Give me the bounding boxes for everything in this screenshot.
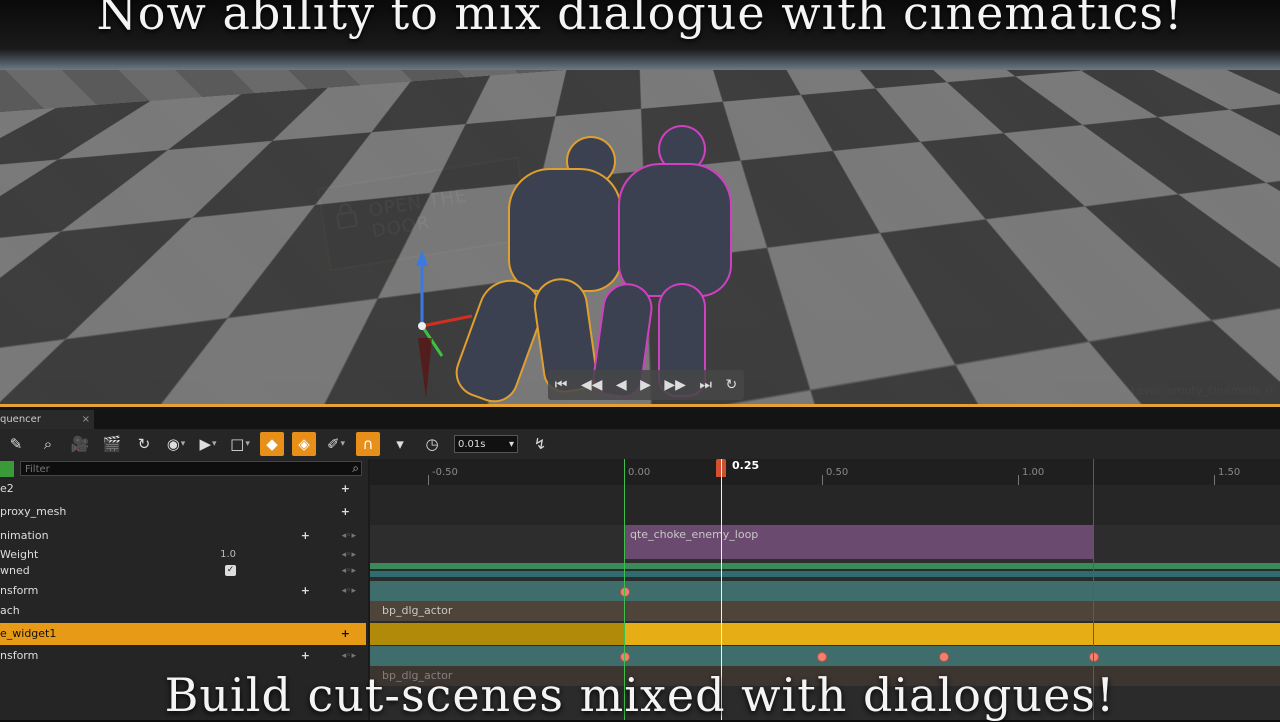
keyframe-nav-icon[interactable]: ◂◦▸ bbox=[342, 646, 356, 666]
add-icon[interactable]: + bbox=[301, 646, 310, 666]
animation-section[interactable]: qte_choke_enemy_loop bbox=[624, 525, 1094, 559]
tab-sequencer[interactable]: quencer × bbox=[0, 410, 94, 429]
add-icon[interactable]: + bbox=[341, 479, 350, 499]
add-icon[interactable]: + bbox=[301, 581, 310, 601]
step-back-button[interactable]: ◀◀ bbox=[581, 377, 603, 393]
step-forward-button[interactable]: ▶▶ bbox=[664, 377, 686, 393]
add-track-button[interactable] bbox=[0, 461, 14, 477]
tick-label: 0.50 bbox=[826, 467, 849, 478]
tick-mark bbox=[822, 475, 823, 485]
keyframe[interactable] bbox=[1089, 652, 1099, 662]
filter-row: Filter ⌕ bbox=[0, 461, 366, 477]
playhead-time: 0.25 bbox=[732, 459, 760, 472]
add-icon[interactable]: + bbox=[301, 526, 310, 546]
time-ruler[interactable]: -0.50 0.00 0.50 1.00 1.50 0.25 bbox=[370, 459, 1280, 486]
attach-section[interactable]: bp_dlg_actor bbox=[370, 601, 1280, 621]
keyframe-nav-icon[interactable]: ◂◦▸ bbox=[342, 561, 356, 581]
character-victim[interactable] bbox=[570, 125, 740, 398]
track-name: e_widget1 bbox=[0, 627, 57, 640]
track-row[interactable]: nimation + ◂◦▸ bbox=[0, 526, 366, 546]
playback-options-icon[interactable]: ▶ bbox=[196, 432, 220, 456]
key-changed-icon[interactable]: ◈ bbox=[292, 432, 316, 456]
curve-editor-icon[interactable]: ↯ bbox=[528, 432, 552, 456]
footer-caption: Build cut-scenes mixed with dialogues! bbox=[164, 668, 1116, 722]
animation-clip-name: qte_choke_enemy_loop bbox=[630, 528, 759, 541]
keyframe[interactable] bbox=[817, 652, 827, 662]
keyframe-nav-icon[interactable]: ◂◦▸ bbox=[342, 526, 356, 546]
owned-lane bbox=[370, 571, 1280, 577]
lock-icon bbox=[336, 203, 358, 230]
search-icon[interactable]: ⌕ bbox=[36, 432, 60, 456]
camera-icon[interactable]: 🎥 bbox=[68, 432, 92, 456]
track-row[interactable]: nsform + ◂◦▸ bbox=[0, 646, 366, 666]
close-icon[interactable]: × bbox=[82, 410, 90, 429]
tick-label: 1.50 bbox=[1218, 467, 1241, 478]
eye-icon[interactable]: ◉ bbox=[164, 432, 188, 456]
frame-icon[interactable]: □ bbox=[228, 432, 252, 456]
clock-icon[interactable]: ◷ bbox=[420, 432, 444, 456]
transform-gizmo[interactable] bbox=[412, 248, 482, 398]
tick-mark bbox=[428, 475, 429, 485]
headline-caption: Now ability to mix dialogue with cinemat… bbox=[96, 0, 1184, 40]
tick-label: -0.50 bbox=[432, 467, 458, 478]
weight-lane bbox=[370, 563, 1280, 569]
keyframe[interactable] bbox=[939, 652, 949, 662]
transform-lane bbox=[370, 581, 1280, 601]
snap-interval-value: 0.01s bbox=[458, 438, 486, 450]
tick-label: 0.00 bbox=[628, 467, 651, 478]
jump-end-button[interactable]: ⏭ bbox=[699, 377, 712, 393]
filter-input[interactable]: Filter ⌕ bbox=[20, 461, 362, 476]
key-all-icon[interactable]: ◆ bbox=[260, 432, 284, 456]
track-name: nimation bbox=[0, 529, 49, 542]
keyframe[interactable] bbox=[620, 587, 630, 597]
snap-dropdown-icon[interactable]: ▾ bbox=[388, 432, 412, 456]
snap-interval-select[interactable]: 0.01s ▾ bbox=[454, 435, 518, 453]
key-icon[interactable]: ✎ bbox=[4, 432, 28, 456]
filter-placeholder: Filter bbox=[25, 464, 50, 475]
level-viewport[interactable]: OPEN THE DOOR ⏮ ◀◀ ◀ ▶ ▶▶ ⏭ ↻ Level: emp… bbox=[0, 0, 1280, 404]
keyframe-nav-icon[interactable]: ◂◦▸ bbox=[342, 581, 356, 601]
tick-mark bbox=[1214, 475, 1215, 485]
tick-label: 1.00 bbox=[1022, 467, 1045, 478]
track-name: nsform bbox=[0, 584, 39, 597]
level-indicator: Level: empty_cinematic (P bbox=[1131, 384, 1276, 397]
sequencer-tab-bar: quencer × bbox=[0, 404, 1280, 429]
track-name: ach bbox=[0, 604, 20, 617]
track-name: e2 bbox=[0, 482, 14, 495]
magnet-icon[interactable]: ∩ bbox=[356, 432, 380, 456]
chevron-down-icon: ▾ bbox=[508, 438, 514, 450]
play-button[interactable]: ▶ bbox=[640, 377, 651, 393]
refresh-icon[interactable]: ↻ bbox=[132, 432, 156, 456]
widget-section[interactable] bbox=[624, 623, 1280, 645]
sequencer-toolbar: ✎ ⌕ 🎥 🎬 ↻ ◉ ▶ □ ◆ ◈ ✐ ∩ ▾ ◷ 0.01s ▾ ↯ bbox=[0, 429, 1280, 459]
play-reverse-button[interactable]: ◀ bbox=[616, 377, 627, 393]
tick-mark bbox=[1018, 475, 1019, 485]
track-name: nsform bbox=[0, 649, 39, 662]
clapper-icon[interactable]: 🎬 bbox=[100, 432, 124, 456]
track-name: wned bbox=[0, 564, 30, 577]
track-row[interactable]: e2 + bbox=[0, 479, 366, 499]
jump-start-button[interactable]: ⏮ bbox=[555, 377, 568, 393]
brush-icon[interactable]: ✐ bbox=[324, 432, 348, 456]
viewport-playback-controls: ⏮ ◀◀ ◀ ▶ ▶▶ ⏭ ↻ bbox=[548, 370, 744, 400]
track-row[interactable]: wned ✓ ◂◦▸ bbox=[0, 561, 366, 581]
level-name: empty_cinematic (P bbox=[1167, 384, 1276, 397]
track-row-selected[interactable]: e_widget1 + bbox=[0, 623, 366, 645]
checkbox-checked[interactable]: ✓ bbox=[225, 565, 236, 576]
tab-sequencer-label: quencer bbox=[0, 414, 41, 425]
lane-bg bbox=[370, 485, 1280, 525]
track-row[interactable]: nsform + ◂◦▸ bbox=[0, 581, 366, 601]
level-prefix: Level: bbox=[1130, 384, 1164, 397]
track-row[interactable]: ach bbox=[0, 601, 366, 621]
attach-actor-name: bp_dlg_actor bbox=[382, 604, 453, 617]
search-icon: ⌕ bbox=[352, 461, 359, 475]
track-row[interactable]: proxy_mesh + bbox=[0, 502, 366, 522]
add-icon[interactable]: + bbox=[341, 502, 350, 522]
loop-button[interactable]: ↻ bbox=[726, 377, 738, 393]
add-icon[interactable]: + bbox=[341, 623, 350, 645]
keyframe[interactable] bbox=[620, 652, 630, 662]
track-name: proxy_mesh bbox=[0, 505, 67, 518]
